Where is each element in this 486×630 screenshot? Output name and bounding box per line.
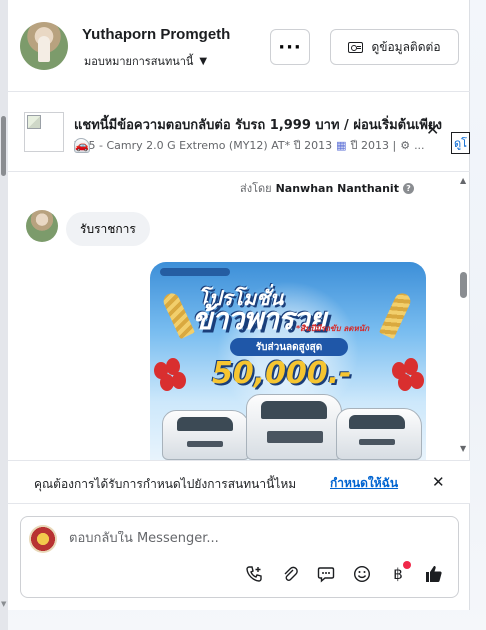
incoming-message-bubble[interactable]: รับราชการ [66, 212, 150, 246]
message-scroll-thumb[interactable] [460, 272, 467, 298]
composer-toolbar: ฿ [243, 561, 445, 585]
saved-reply-icon[interactable] [315, 563, 337, 585]
baht-icon[interactable]: ฿ [387, 561, 411, 585]
outer-scrollbar[interactable]: ▼ [0, 0, 8, 630]
message-scrollbar[interactable]: ▲ ▼ [458, 172, 470, 460]
calendar-icon: ▦ [336, 138, 347, 152]
gear-icon: ⚙ [400, 138, 411, 152]
sent-by-name: Nanwhan Nanthanit [275, 181, 399, 195]
sent-by-label: ส่งโดย Nanwhan Nanthanit ? [240, 179, 414, 197]
assign-dropdown[interactable]: มอบหมายการสนทนานี้ ▼ [84, 52, 207, 70]
listing-details: 🚗 Z45 - Camry 2.0 G Extremo (MY12) AT* ป… [74, 136, 425, 154]
view-contact-button[interactable]: ดูข้อมูลติดต่อ [330, 29, 459, 65]
listing-model: Z45 - Camry 2.0 G Extremo (MY12) AT* ปี … [74, 139, 333, 152]
sender-avatar[interactable] [26, 210, 58, 242]
close-icon[interactable]: ✕ [426, 120, 439, 139]
like-icon[interactable] [423, 563, 445, 585]
assign-suggestion-bar: คุณต้องการได้รับการกำหนดไปยังการสนทนานี้… [8, 460, 470, 504]
conversation-header: Yuthaporn Promgeth มอบหมายการสนทนานี้ ▼ … [8, 0, 470, 92]
emoji-icon[interactable] [351, 563, 373, 585]
scroll-up-icon[interactable]: ▲ [460, 176, 466, 185]
caret-down-icon: ▼ [199, 55, 208, 67]
listing-banner: แชทนี้มีข้อความตอบกลับต่อ รับรถ 1,999 บา… [8, 92, 470, 172]
assign-to-me-link[interactable]: กำหนดให้ฉัน [330, 474, 398, 493]
assign-suggestion-text: คุณต้องการได้รับการกำหนดไปยังการสนทนานี้… [34, 477, 297, 491]
message-thread[interactable]: ส่งโดย Nanwhan Nanthanit ? รับราชการ โปร… [8, 172, 470, 460]
contact-name[interactable]: Yuthaporn Promgeth [82, 26, 230, 43]
car-image-sedan [162, 410, 250, 460]
close-icon[interactable]: ✕ [432, 473, 445, 491]
reply-composer: ฿ [20, 516, 459, 598]
car-image-pickup [246, 394, 342, 460]
view-listing-link[interactable]: ดูโ [451, 132, 470, 154]
page-avatar [29, 525, 57, 553]
outer-scroll-thumb[interactable] [1, 116, 6, 176]
notification-dot [403, 561, 411, 569]
listing-title: แชทนี้มีข้อความตอบกลับต่อ รับรถ 1,999 บา… [74, 118, 442, 133]
scroll-down-icon[interactable]: ▼ [460, 444, 466, 453]
view-contact-label: ดูข้อมูลติดต่อ [371, 39, 441, 54]
car-icon: 🚗 [74, 137, 90, 153]
attach-icon[interactable] [279, 563, 301, 585]
promo-image-message[interactable]: โปรโมชั่น ข้าวพารวย *สินปีมีรถขับ ลดหนัก… [150, 262, 426, 460]
dealer-logo [160, 268, 230, 276]
more-options-button[interactable]: ··· [270, 29, 310, 65]
sent-by-prefix: ส่งโดย [240, 182, 272, 195]
promo-ribbon: รับส่วนลดสูงสุด [230, 338, 348, 356]
outer-scroll-down-icon[interactable]: ▼ [1, 600, 6, 608]
promo-title-line2: ข้าวพารวย [192, 302, 326, 337]
reply-input[interactable] [69, 531, 429, 546]
listing-more: ... [414, 138, 425, 152]
contact-card-icon [348, 41, 364, 53]
listing-thumbnail[interactable] [24, 112, 64, 152]
car-image-hatch [336, 408, 422, 460]
assign-label: มอบหมายการสนทนานี้ [84, 55, 194, 68]
promo-subtitle: *สินปีมีรถขับ ลดหนัก [296, 324, 370, 333]
promo-amount: 50,000.- [212, 356, 352, 391]
help-icon[interactable]: ? [402, 182, 414, 194]
listing-year: ปี 2013 | [350, 139, 397, 152]
contact-avatar[interactable] [20, 22, 68, 70]
call-add-icon[interactable] [243, 563, 265, 585]
